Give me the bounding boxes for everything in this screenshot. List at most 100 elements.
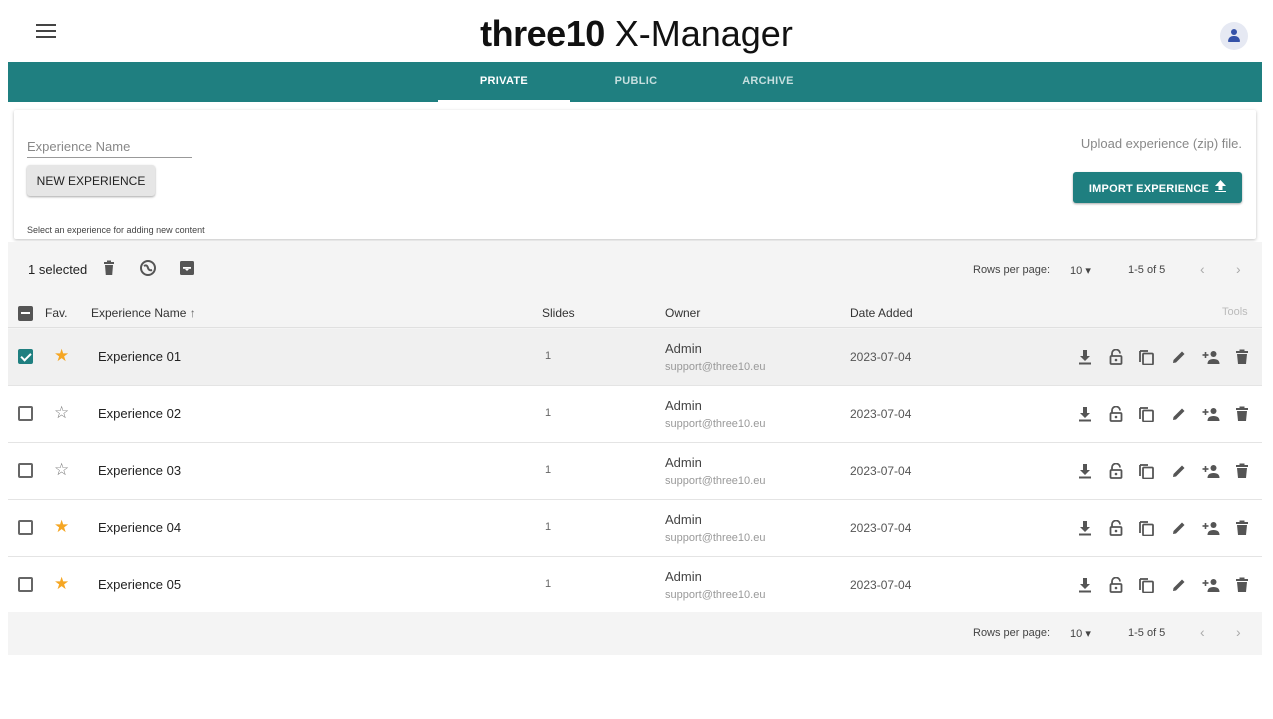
owner-email: support@three10.eu — [665, 475, 766, 487]
rows-per-page-value: 10 — [1070, 628, 1083, 640]
slides-count: 1 — [545, 407, 552, 419]
experience-name[interactable]: Experience 05 — [98, 577, 181, 592]
experience-name-input[interactable] — [27, 136, 192, 158]
tab-bar: PRIVATE PUBLIC ARCHIVE — [8, 62, 1262, 102]
page-range: 1-5 of 5 — [1128, 627, 1166, 639]
row-checkbox[interactable] — [18, 520, 33, 535]
edit-icon[interactable] — [1171, 577, 1187, 593]
owner-email: support@three10.eu — [665, 589, 766, 601]
star-filled-icon[interactable]: ★ — [54, 517, 69, 537]
table-row[interactable]: ☆ Experience 02 1 Admin support@three10.eu 20… — [8, 386, 1262, 443]
date-added: 2023-07-04 — [850, 578, 912, 592]
archive-icon[interactable] — [179, 260, 195, 276]
add-user-icon[interactable] — [1202, 520, 1220, 536]
slides-count: 1 — [545, 464, 552, 476]
prev-page-icon[interactable]: ‹ — [1200, 624, 1205, 640]
row-checkbox[interactable] — [18, 406, 33, 421]
column-date-added[interactable]: Date Added — [850, 306, 913, 320]
copy-icon[interactable] — [1139, 520, 1155, 537]
delete-icon[interactable] — [1235, 520, 1251, 536]
row-checkbox[interactable] — [18, 577, 33, 592]
brand-light: X-Manager — [604, 13, 793, 54]
column-slides[interactable]: Slides — [542, 306, 575, 320]
tab-public[interactable]: PUBLIC — [570, 62, 702, 102]
download-icon[interactable] — [1078, 406, 1094, 422]
edit-icon[interactable] — [1171, 463, 1187, 479]
globe-icon[interactable] — [140, 260, 156, 276]
rows-per-page-select[interactable]: 10 ▾ — [1070, 264, 1091, 277]
edit-icon[interactable] — [1171, 520, 1187, 536]
app-header: three10 X-Manager — [0, 0, 1273, 62]
import-experience-button[interactable]: IMPORT EXPERIENCE — [1073, 172, 1242, 203]
next-page-icon[interactable]: › — [1236, 261, 1241, 277]
select-all-checkbox[interactable] — [18, 306, 33, 321]
delete-icon[interactable] — [1235, 349, 1251, 365]
lock-open-icon[interactable] — [1109, 462, 1125, 479]
add-user-icon[interactable] — [1202, 349, 1220, 365]
hint-text: Select an experience for adding new cont… — [27, 225, 205, 235]
rows-per-page-select[interactable]: 10 ▾ — [1070, 627, 1091, 640]
add-user-icon[interactable] — [1202, 406, 1220, 422]
delete-icon[interactable] — [1235, 577, 1251, 593]
experience-table: 1 selected Rows per page: 10 ▾ 1-5 of 5 … — [8, 242, 1262, 655]
upload-instructions: Upload experience (zip) file. — [1080, 136, 1242, 151]
star-filled-icon[interactable]: ★ — [54, 346, 69, 366]
row-checkbox[interactable] — [18, 349, 33, 364]
tab-archive[interactable]: ARCHIVE — [702, 62, 834, 102]
table-header: Fav. Experience Name ↑ Slides Owner Date… — [8, 298, 1262, 328]
slides-count: 1 — [545, 578, 552, 590]
edit-icon[interactable] — [1171, 406, 1187, 422]
upload-icon — [1215, 180, 1227, 195]
delete-icon[interactable] — [1235, 463, 1251, 479]
experience-name[interactable]: Experience 04 — [98, 520, 181, 535]
experience-name[interactable]: Experience 03 — [98, 463, 181, 478]
download-icon[interactable] — [1078, 463, 1094, 479]
copy-icon[interactable] — [1139, 463, 1155, 480]
star-outline-icon[interactable]: ☆ — [54, 403, 69, 423]
next-page-icon[interactable]: › — [1236, 624, 1241, 640]
download-icon[interactable] — [1078, 577, 1094, 593]
date-added: 2023-07-04 — [850, 407, 912, 421]
delete-selected-icon[interactable] — [101, 260, 117, 276]
lock-open-icon[interactable] — [1109, 519, 1125, 536]
new-experience-button[interactable]: NEW EXPERIENCE — [27, 165, 155, 196]
copy-icon[interactable] — [1139, 349, 1155, 366]
chevron-down-icon: ▾ — [1085, 628, 1091, 640]
download-icon[interactable] — [1078, 520, 1094, 536]
experience-name[interactable]: Experience 02 — [98, 406, 181, 421]
column-name-label: Experience Name — [91, 306, 187, 320]
star-filled-icon[interactable]: ★ — [54, 574, 69, 594]
date-added: 2023-07-04 — [850, 350, 912, 364]
experience-name[interactable]: Experience 01 — [98, 349, 181, 364]
table-row[interactable]: ☆ Experience 03 1 Admin support@three10.eu 20… — [8, 443, 1262, 500]
delete-icon[interactable] — [1235, 406, 1251, 422]
table-row[interactable]: ★ Experience 04 1 Admin support@three10.eu 20… — [8, 500, 1262, 557]
lock-open-icon[interactable] — [1109, 576, 1125, 593]
star-outline-icon[interactable]: ☆ — [54, 460, 69, 480]
copy-icon[interactable] — [1139, 406, 1155, 423]
slides-count: 1 — [545, 350, 552, 362]
table-row[interactable]: ★ Experience 01 1 Admin support@three10.eu 20… — [8, 329, 1262, 386]
table-row[interactable]: ★ Experience 05 1 Admin support@three10.eu 20… — [8, 557, 1262, 614]
tab-private[interactable]: PRIVATE — [438, 62, 570, 102]
download-icon[interactable] — [1078, 349, 1094, 365]
column-tools: Tools — [1222, 306, 1248, 318]
owner-name: Admin — [665, 455, 702, 470]
chevron-down-icon: ▾ — [1085, 265, 1091, 277]
table-toolbar: 1 selected Rows per page: 10 ▾ 1-5 of 5 … — [8, 242, 1262, 298]
owner-name: Admin — [665, 341, 702, 356]
add-user-icon[interactable] — [1202, 463, 1220, 479]
copy-icon[interactable] — [1139, 577, 1155, 594]
prev-page-icon[interactable]: ‹ — [1200, 261, 1205, 277]
column-fav[interactable]: Fav. — [45, 306, 67, 320]
import-label: IMPORT EXPERIENCE — [1088, 183, 1210, 195]
edit-icon[interactable] — [1171, 349, 1187, 365]
account-avatar-icon[interactable] — [1220, 22, 1248, 50]
column-owner[interactable]: Owner — [665, 306, 700, 320]
lock-open-icon[interactable] — [1109, 348, 1125, 365]
row-checkbox[interactable] — [18, 463, 33, 478]
owner-name: Admin — [665, 512, 702, 527]
column-experience-name[interactable]: Experience Name ↑ — [91, 306, 196, 320]
lock-open-icon[interactable] — [1109, 405, 1125, 422]
add-user-icon[interactable] — [1202, 577, 1220, 593]
